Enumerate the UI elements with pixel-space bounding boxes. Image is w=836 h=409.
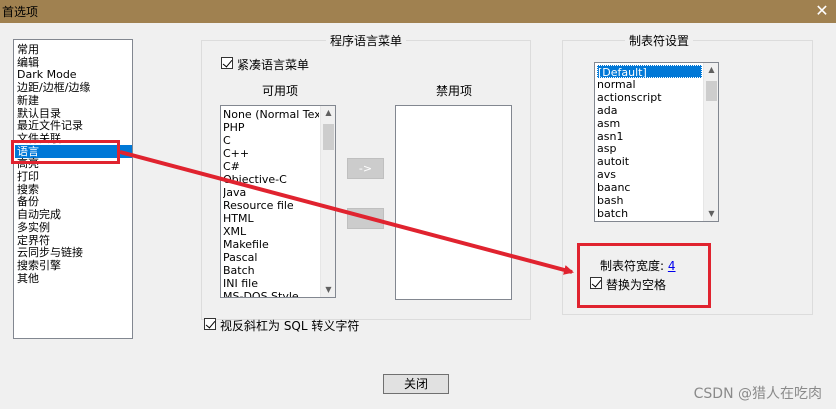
annotation-arrow (119, 150, 574, 275)
watermark: CSDN @猎人在吃肉 (693, 386, 822, 402)
